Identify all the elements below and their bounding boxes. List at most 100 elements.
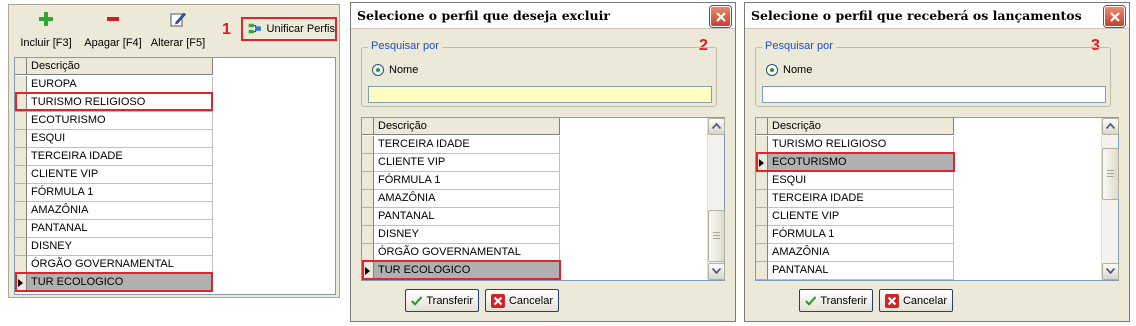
radio-selected-icon[interactable]: [766, 64, 778, 76]
row-label: CLIENTE VIP: [27, 166, 213, 184]
table-row[interactable]: AMAZÔNIA: [15, 202, 213, 220]
row-label: TUR ECOLOGICO: [27, 274, 213, 292]
table-row[interactable]: TERCEIRA IDADE: [362, 136, 560, 154]
table-row[interactable]: AMAZÔNIA: [756, 244, 954, 262]
search-input[interactable]: [368, 86, 712, 103]
table-row[interactable]: TERCEIRA IDADE: [15, 148, 213, 166]
checkmark-icon: [411, 295, 423, 306]
search-group: Pesquisar por Nome: [361, 40, 717, 107]
row-label: DISNEY: [374, 226, 560, 244]
toolbar: Incluir [F3] Apagar [F4] Alterar [F5] 1 …: [9, 5, 339, 53]
table-row[interactable]: ESQUI: [756, 172, 954, 190]
dialog-title: Selecione o perfil que deseja excluir: [351, 3, 735, 29]
table-row[interactable]: PANTANAL: [15, 220, 213, 238]
vertical-scrollbar[interactable]: [707, 118, 725, 280]
table-row[interactable]: CLIENTE VIP: [756, 208, 954, 226]
scroll-up-button[interactable]: [708, 118, 725, 135]
row-label: TERCEIRA IDADE: [374, 136, 560, 154]
table-row[interactable]: PANTANAL: [756, 262, 954, 280]
cancelar-label: Cancelar: [508, 294, 553, 307]
target-profile-dialog: Selecione o perfil que receberá os lança…: [744, 2, 1130, 322]
scroll-thumb[interactable]: [1102, 148, 1119, 200]
row-label: ESQUI: [27, 130, 213, 148]
apagar-button[interactable]: Apagar [F4]: [81, 9, 145, 49]
radio-selected-icon[interactable]: [372, 64, 384, 76]
table-row[interactable]: AMAZÔNIA: [362, 190, 560, 208]
scroll-thumb[interactable]: [708, 210, 725, 262]
row-label: TERCEIRA IDADE: [27, 148, 213, 166]
column-descricao[interactable]: Descrição: [768, 118, 954, 135]
table-row[interactable]: TURISMO RELIGIOSO: [15, 94, 213, 112]
row-label: PANTANAL: [374, 208, 560, 226]
transferir-button[interactable]: Transferir: [799, 289, 873, 312]
row-label: DISNEY: [27, 238, 213, 256]
grid-header: Descrição: [15, 58, 213, 75]
row-indicator: [15, 220, 27, 238]
row-label: AMAZÔNIA: [768, 244, 954, 262]
table-row[interactable]: FÓRMULA 1: [362, 172, 560, 190]
table-row[interactable]: EUROPA: [15, 76, 213, 94]
scroll-down-button[interactable]: [708, 263, 725, 280]
current-row-arrow-icon: [759, 159, 764, 167]
row-label: FÓRMULA 1: [27, 184, 213, 202]
row-label: TUR ECOLOGICO: [374, 262, 560, 280]
header-indicator: [756, 118, 768, 135]
table-row-selected[interactable]: ECOTURISMO: [756, 154, 954, 172]
table-row[interactable]: ESQUI: [15, 130, 213, 148]
radio-nome[interactable]: Nome: [766, 64, 812, 76]
column-descricao[interactable]: Descrição: [374, 118, 560, 135]
row-indicator: [15, 184, 27, 202]
row-indicator: [15, 274, 27, 292]
row-indicator: [756, 226, 768, 244]
table-row[interactable]: FÓRMULA 1: [756, 226, 954, 244]
cancelar-button[interactable]: Cancelar: [879, 289, 953, 312]
table-row[interactable]: DISNEY: [15, 238, 213, 256]
cancel-x-icon: [885, 293, 899, 308]
table-row[interactable]: TERCEIRA IDADE: [756, 190, 954, 208]
table-row[interactable]: FÓRMULA 1: [15, 184, 213, 202]
scroll-down-button[interactable]: [1102, 263, 1119, 280]
alterar-button[interactable]: Alterar [F5]: [149, 9, 207, 49]
chevron-down-icon: [1106, 268, 1115, 274]
row-indicator: [756, 208, 768, 226]
table-row[interactable]: CLIENTE VIP: [362, 154, 560, 172]
scroll-up-button[interactable]: [1102, 118, 1119, 135]
row-indicator: [756, 172, 768, 190]
row-indicator: [15, 166, 27, 184]
cancelar-label: Cancelar: [902, 294, 947, 307]
table-row[interactable]: TURISMO RELIGIOSO: [756, 136, 954, 154]
exclude-profile-dialog: Selecione o perfil que deseja excluir 2 …: [350, 2, 736, 322]
row-label: TURISMO RELIGIOSO: [768, 136, 954, 154]
row-label: ECOTURISMO: [768, 154, 954, 172]
column-descricao[interactable]: Descrição: [27, 58, 213, 75]
close-button[interactable]: [710, 6, 731, 27]
unificar-perfis-button[interactable]: Unificar Perfis: [241, 17, 337, 41]
close-icon: [716, 12, 726, 22]
table-row[interactable]: CLIENTE VIP: [15, 166, 213, 184]
vertical-scrollbar[interactable]: [1101, 118, 1119, 280]
close-button[interactable]: [1104, 6, 1125, 27]
cancelar-button[interactable]: Cancelar: [485, 289, 559, 312]
chevron-up-icon: [712, 123, 721, 129]
row-label: ECOTURISMO: [27, 112, 213, 130]
edit-pencil-icon: [170, 12, 186, 27]
table-row-selected[interactable]: TUR ECOLOGICO: [15, 274, 213, 292]
row-indicator: [362, 244, 374, 262]
row-label: TERCEIRA IDADE: [768, 190, 954, 208]
table-row[interactable]: ÓRGÃO GOVERNAMENTAL: [15, 256, 213, 274]
table-row-selected[interactable]: TUR ECOLOGICO: [362, 262, 560, 280]
table-row[interactable]: PANTANAL: [362, 208, 560, 226]
transferir-button[interactable]: Transferir: [405, 289, 479, 312]
radio-nome[interactable]: Nome: [372, 64, 418, 76]
row-indicator: [362, 208, 374, 226]
row-label: EUROPA: [27, 76, 213, 94]
table-row[interactable]: ECOTURISMO: [15, 112, 213, 130]
search-input[interactable]: [762, 86, 1106, 103]
table-row[interactable]: DISNEY: [362, 226, 560, 244]
grid-header: Descrição: [362, 118, 560, 135]
table-row[interactable]: ÓRGÃO GOVERNAMENTAL: [362, 244, 560, 262]
row-indicator: [362, 154, 374, 172]
row-indicator: [15, 94, 27, 112]
incluir-button[interactable]: Incluir [F3]: [19, 9, 73, 49]
current-row-arrow-icon: [18, 279, 23, 287]
